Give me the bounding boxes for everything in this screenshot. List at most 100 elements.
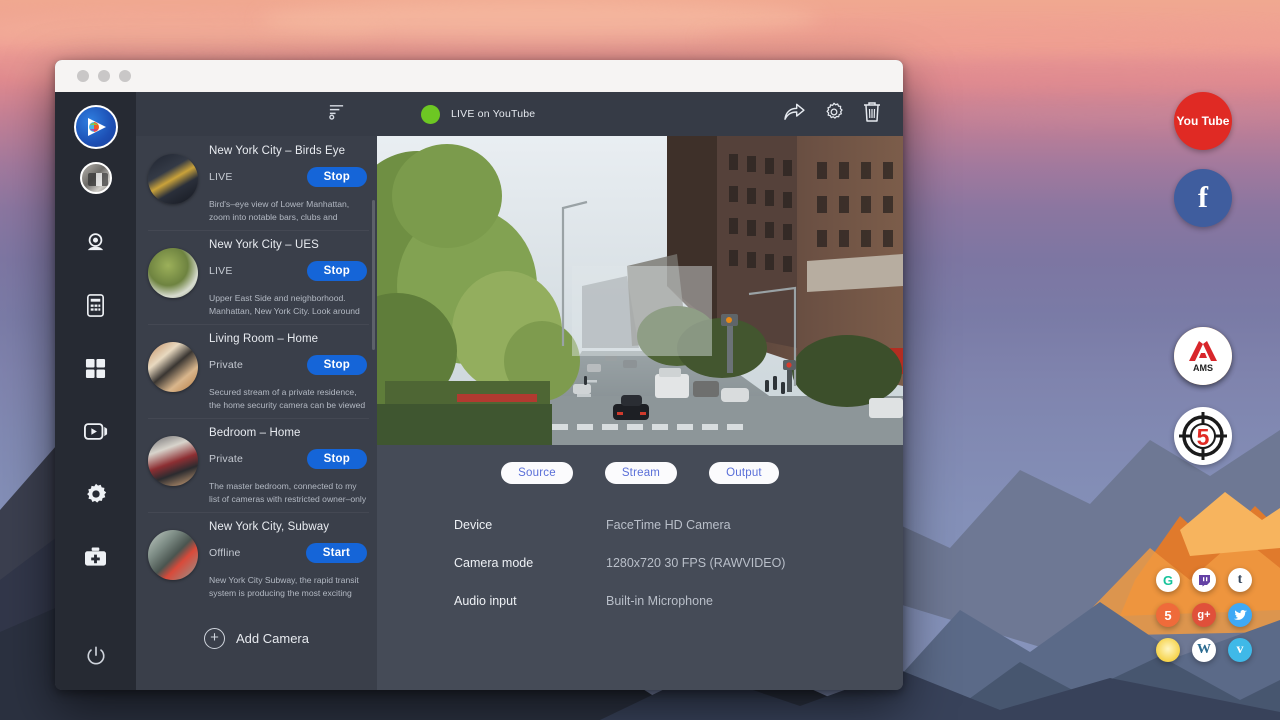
camera-list-scroll[interactable]: New York City – Birds Eye LIVE Stop Bird… bbox=[136, 136, 377, 690]
live-indicator-dot bbox=[421, 105, 440, 124]
desktop-icon-vimeo[interactable]: v bbox=[1228, 638, 1252, 662]
power-icon bbox=[86, 646, 106, 666]
desktop-icon-label: G bbox=[1163, 573, 1173, 588]
list-item[interactable]: New York City – UES LIVE Stop Upper East… bbox=[136, 230, 377, 324]
sidebar-item-settings[interactable] bbox=[76, 474, 116, 514]
filter-icon[interactable] bbox=[328, 103, 345, 125]
sidebar-rail bbox=[55, 92, 136, 690]
window-minimize-button[interactable] bbox=[98, 70, 110, 82]
add-camera-button[interactable]: + Add Camera bbox=[136, 606, 377, 659]
list-item[interactable]: Bedroom – Home Private Stop The master b… bbox=[136, 418, 377, 512]
desktop-icon-adobe-ams[interactable]: AMS bbox=[1174, 327, 1232, 385]
device-list-icon bbox=[85, 294, 106, 317]
desktop-icon-target-five[interactable]: 5 bbox=[1174, 407, 1232, 465]
camera-action-button[interactable]: Stop bbox=[307, 449, 367, 469]
video-preview[interactable] bbox=[377, 136, 903, 445]
grid-icon bbox=[85, 358, 106, 379]
spec-label: Device bbox=[454, 518, 606, 532]
spec-row-camera-mode: Camera mode 1280x720 30 FPS (RAWVIDEO) bbox=[454, 556, 903, 570]
window-close-button[interactable] bbox=[77, 70, 89, 82]
camera-thumbnail bbox=[148, 248, 198, 298]
spec-label: Audio input bbox=[454, 594, 606, 608]
spec-row-device: Device FaceTime HD Camera bbox=[454, 518, 903, 532]
spec-value: Built-in Microphone bbox=[606, 594, 713, 608]
sidebar-item-power[interactable] bbox=[76, 636, 116, 676]
tab-stream[interactable]: Stream bbox=[605, 462, 677, 484]
desktop-icon-google-plus[interactable]: g+ bbox=[1192, 603, 1216, 627]
trash-icon[interactable] bbox=[863, 101, 881, 127]
desktop-icon-twitter[interactable] bbox=[1228, 603, 1252, 627]
spec-value: 1280x720 30 FPS (RAWVIDEO) bbox=[606, 556, 785, 570]
spec-label: Camera mode bbox=[454, 556, 606, 570]
sidebar-item-user-avatar[interactable] bbox=[80, 162, 112, 194]
desktop-icon-label: f bbox=[1198, 181, 1208, 215]
live-status-label: LIVE on YouTube bbox=[451, 108, 535, 120]
detail-toolbar: LIVE on YouTube bbox=[377, 92, 903, 136]
spec-value: FaceTime HD Camera bbox=[606, 518, 731, 532]
desktop-icon-wordpress[interactable]: W bbox=[1192, 638, 1216, 662]
tab-source[interactable]: Source bbox=[501, 462, 573, 484]
first-aid-kit-icon bbox=[84, 547, 107, 568]
camera-title: New York City – Birds Eye bbox=[209, 145, 367, 157]
sidebar-item-support[interactable] bbox=[76, 537, 116, 577]
preview-frame bbox=[377, 136, 903, 445]
camera-state: Private bbox=[209, 453, 243, 465]
camera-list-toolbar bbox=[136, 92, 377, 136]
camera-state: Offline bbox=[209, 547, 241, 559]
camera-thumbnail bbox=[148, 342, 198, 392]
desktop-icon-yellow-app[interactable] bbox=[1156, 638, 1180, 662]
webcam-icon bbox=[84, 231, 107, 254]
camera-thumbnail bbox=[148, 436, 198, 486]
desktop-icon-label: W bbox=[1197, 642, 1211, 658]
list-item[interactable]: Living Room – Home Private Stop Secured … bbox=[136, 324, 377, 418]
window-maximize-button[interactable] bbox=[119, 70, 131, 82]
camera-action-button[interactable]: Stop bbox=[307, 261, 367, 281]
tab-output[interactable]: Output bbox=[709, 462, 779, 484]
scrollbar[interactable] bbox=[372, 200, 375, 350]
sidebar-item-cameras[interactable] bbox=[76, 222, 116, 262]
desktop-icon-twitch[interactable] bbox=[1192, 568, 1216, 592]
camera-state: LIVE bbox=[209, 171, 233, 183]
cloud-streak bbox=[700, 26, 1280, 56]
spec-row-audio-input: Audio input Built-in Microphone bbox=[454, 594, 903, 608]
gear-icon[interactable] bbox=[824, 102, 844, 127]
desktop-icon-label: 5 bbox=[1164, 608, 1171, 623]
sidebar-item-app-logo[interactable] bbox=[74, 105, 118, 149]
list-item[interactable]: New York City – Birds Eye LIVE Stop Bird… bbox=[136, 136, 377, 230]
camera-title: New York City, Subway bbox=[209, 521, 367, 533]
desktop-icon-youtube[interactable]: You Tube bbox=[1174, 92, 1232, 150]
camera-description: Secured stream of a private residence, t… bbox=[209, 386, 367, 412]
sidebar-item-devices[interactable] bbox=[76, 285, 116, 325]
source-specs: Device FaceTime HD Camera Camera mode 12… bbox=[454, 518, 903, 632]
gear-icon bbox=[85, 483, 107, 505]
camera-title: New York City – UES bbox=[209, 239, 367, 251]
desktop-icon-facebook[interactable]: f bbox=[1174, 169, 1232, 227]
adobe-icon bbox=[1188, 340, 1218, 362]
sidebar-item-dashboard[interactable] bbox=[76, 348, 116, 388]
sidebar-item-player[interactable] bbox=[76, 411, 116, 451]
camera-state: LIVE bbox=[209, 265, 233, 277]
title-bar bbox=[55, 60, 903, 92]
camera-description: New York City Subway, the rapid transit … bbox=[209, 574, 367, 600]
camera-action-button[interactable]: Stop bbox=[307, 167, 367, 187]
gear-glyph bbox=[824, 102, 844, 122]
twitter-bird-icon bbox=[1234, 610, 1247, 621]
desktop-icon-tumblr[interactable]: t bbox=[1228, 568, 1252, 592]
svg-text:5: 5 bbox=[1197, 424, 1210, 450]
desktop-icon-grammarly[interactable]: G bbox=[1156, 568, 1180, 592]
share-icon[interactable] bbox=[783, 103, 805, 126]
camera-action-button[interactable]: Stop bbox=[307, 355, 367, 375]
camera-action-button[interactable]: Start bbox=[306, 543, 367, 563]
camera-thumbnail bbox=[148, 530, 198, 580]
filter-icon-glyph bbox=[328, 103, 345, 120]
target-icon: 5 bbox=[1177, 410, 1229, 462]
desktop-icon-five-app[interactable]: 5 bbox=[1156, 603, 1180, 627]
cloud-streak bbox=[880, 62, 1280, 88]
desktop-icon-label: t bbox=[1238, 572, 1243, 588]
camera-description: Bird's–eye view of Lower Manhattan, zoom… bbox=[209, 198, 367, 224]
twitch-icon bbox=[1198, 574, 1211, 587]
share-arrow-icon bbox=[783, 103, 805, 121]
camera-title: Bedroom – Home bbox=[209, 427, 367, 439]
live-status: LIVE on YouTube bbox=[421, 105, 535, 124]
list-item[interactable]: New York City, Subway Offline Start New … bbox=[136, 512, 377, 606]
